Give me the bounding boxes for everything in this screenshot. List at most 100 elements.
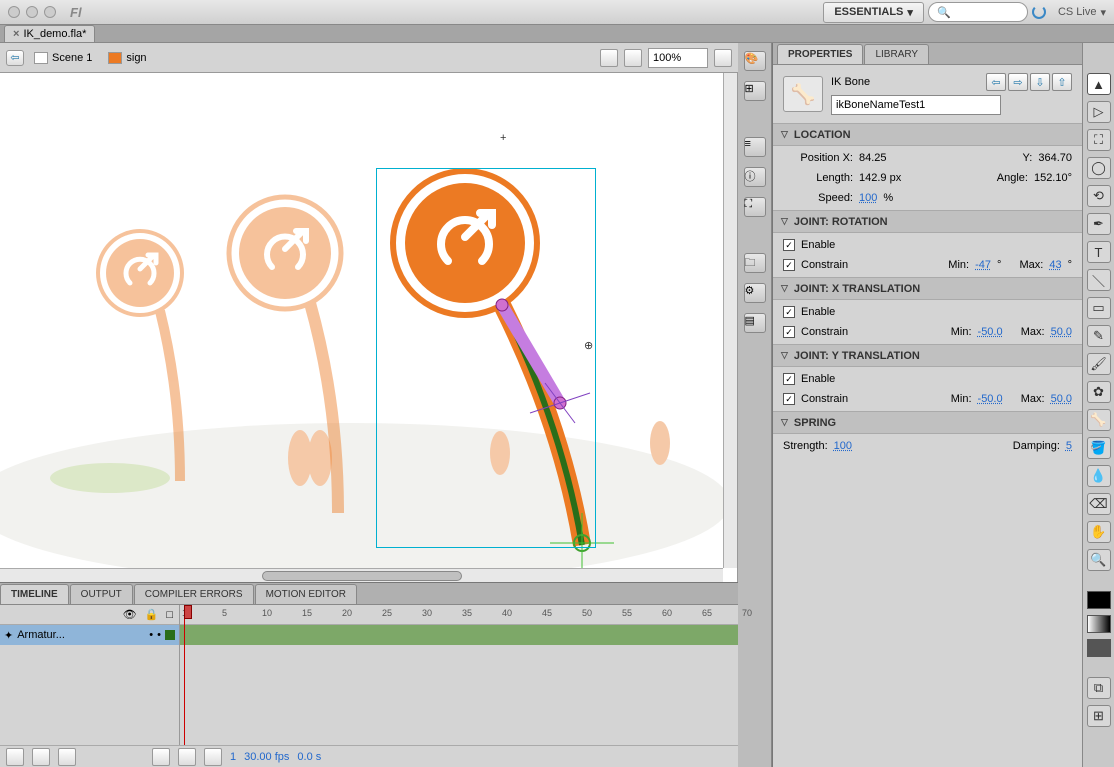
bone-name-input[interactable] bbox=[831, 95, 1001, 115]
refresh-icon[interactable] bbox=[1032, 5, 1046, 19]
3d-rotation-tool[interactable]: ◯ bbox=[1087, 157, 1111, 179]
eyedropper-tool[interactable]: 💧 bbox=[1087, 465, 1111, 487]
info-panel-icon[interactable]: ⓘ bbox=[744, 167, 766, 187]
workspace-dropdown[interactable]: ESSENTIALS▾ bbox=[823, 2, 924, 23]
library-panel-icon[interactable]: 🗀 bbox=[744, 253, 766, 273]
tab-motion-editor[interactable]: MOTION EDITOR bbox=[255, 584, 357, 604]
layer-row[interactable]: ✦ Armatur... •• bbox=[0, 625, 179, 645]
svg-text:+: + bbox=[500, 132, 506, 144]
zoom-menu-icon[interactable] bbox=[714, 49, 732, 67]
tab-properties[interactable]: PROPERTIES bbox=[777, 44, 863, 64]
spring-damping-input[interactable]: 5 bbox=[1066, 440, 1072, 452]
align-panel-icon[interactable]: ≡ bbox=[744, 137, 766, 157]
selection-tool[interactable]: ▲ bbox=[1087, 73, 1111, 95]
ytrans-enable-checkbox[interactable]: ✓ bbox=[783, 373, 795, 385]
fill-swatch[interactable] bbox=[1087, 615, 1111, 633]
onion-outline-icon[interactable] bbox=[178, 748, 196, 766]
edit-multi-icon[interactable] bbox=[204, 748, 222, 766]
project-panel-icon[interactable]: ▤ bbox=[744, 313, 766, 333]
zoom-tool[interactable]: 🔍 bbox=[1087, 549, 1111, 571]
hand-tool[interactable]: ✋ bbox=[1087, 521, 1111, 543]
scene-icon bbox=[34, 52, 48, 64]
pencil-tool[interactable]: ✎ bbox=[1087, 325, 1111, 347]
motion-presets-icon[interactable]: ⚙ bbox=[744, 283, 766, 303]
rotation-min-input[interactable]: -47 bbox=[975, 259, 991, 271]
ytrans-constrain-checkbox[interactable]: ✓ bbox=[783, 393, 795, 405]
delete-layer-icon[interactable] bbox=[58, 748, 76, 766]
rotation-max-input[interactable]: 43 bbox=[1049, 259, 1061, 271]
chevron-down-icon: ▾ bbox=[907, 6, 913, 19]
section-spring[interactable]: ▽SPRING bbox=[773, 412, 1082, 434]
tab-compiler-errors[interactable]: COMPILER ERRORS bbox=[134, 584, 254, 604]
outline-icon[interactable]: □ bbox=[166, 609, 173, 621]
xtrans-constrain-checkbox[interactable]: ✓ bbox=[783, 326, 795, 338]
edit-scene-icon[interactable] bbox=[600, 49, 618, 67]
parent-icon[interactable]: ⇧ bbox=[1052, 73, 1072, 91]
paint-bucket-tool[interactable]: 🪣 bbox=[1087, 437, 1111, 459]
edit-symbol-icon[interactable] bbox=[624, 49, 642, 67]
free-transform-tool[interactable]: ⛶ bbox=[1087, 129, 1111, 151]
window-controls[interactable] bbox=[8, 6, 56, 18]
deco-tool[interactable]: ✿ bbox=[1087, 381, 1111, 403]
app-logo-icon: Fl bbox=[70, 5, 82, 20]
pen-tool[interactable]: ✒ bbox=[1087, 213, 1111, 235]
next-sibling-icon[interactable]: ⇨ bbox=[1008, 73, 1028, 91]
tab-output[interactable]: OUTPUT bbox=[70, 584, 133, 604]
close-icon[interactable]: × bbox=[13, 28, 19, 40]
section-y-translation[interactable]: ▽JOINT: Y TRANSLATION bbox=[773, 345, 1082, 367]
h-scrollbar[interactable] bbox=[0, 568, 723, 582]
line-tool[interactable]: ＼ bbox=[1087, 269, 1111, 291]
swatches-panel-icon[interactable]: ⊞ bbox=[744, 81, 766, 101]
pos-y-value: 364.70 bbox=[1038, 152, 1072, 164]
back-button[interactable]: ⇦ bbox=[6, 50, 24, 66]
new-folder-icon[interactable] bbox=[32, 748, 50, 766]
eraser-tool[interactable]: ⌫ bbox=[1087, 493, 1111, 515]
xtrans-max-input[interactable]: 50.0 bbox=[1051, 326, 1072, 338]
cslive-button[interactable]: CS Live▾ bbox=[1058, 6, 1106, 19]
frames-area[interactable]: 1510152025303540455055606570 bbox=[180, 605, 738, 745]
onion-skin-icon[interactable] bbox=[152, 748, 170, 766]
rectangle-tool[interactable]: ▭ bbox=[1087, 297, 1111, 319]
bone-tool[interactable]: 🦴 bbox=[1087, 409, 1111, 431]
stage[interactable]: + ⊕ bbox=[0, 73, 738, 582]
section-rotation[interactable]: ▽JOINT: ROTATION bbox=[773, 211, 1082, 233]
snap-icon[interactable]: ⧉ bbox=[1087, 677, 1111, 699]
tab-timeline[interactable]: TIMELINE bbox=[0, 584, 69, 604]
section-x-translation[interactable]: ▽JOINT: X TRANSLATION bbox=[773, 278, 1082, 300]
search-input[interactable]: 🔍 bbox=[928, 2, 1028, 22]
rotation-enable-checkbox[interactable]: ✓ bbox=[783, 239, 795, 251]
subselection-tool[interactable]: ▷ bbox=[1087, 101, 1111, 123]
document-tab[interactable]: × IK_demo.fla* bbox=[4, 25, 95, 42]
lasso-tool[interactable]: ⟲ bbox=[1087, 185, 1111, 207]
prev-sibling-icon[interactable]: ⇦ bbox=[986, 73, 1006, 91]
text-tool[interactable]: T bbox=[1087, 241, 1111, 263]
playhead[interactable] bbox=[184, 605, 185, 745]
frame-span[interactable] bbox=[180, 625, 738, 645]
frame-ruler[interactable]: 1510152025303540455055606570 bbox=[180, 605, 738, 625]
stroke-swatch[interactable] bbox=[1087, 591, 1111, 609]
symbol-crumb[interactable]: sign bbox=[102, 50, 152, 66]
child-icon[interactable]: ⇩ bbox=[1030, 73, 1050, 91]
option-icon[interactable]: ⊞ bbox=[1087, 705, 1111, 727]
swap-swatch[interactable] bbox=[1087, 639, 1111, 657]
scene-crumb[interactable]: Scene 1 bbox=[28, 50, 98, 66]
transform-panel-icon[interactable]: ⛶ bbox=[744, 197, 766, 217]
ytrans-max-input[interactable]: 50.0 bbox=[1051, 393, 1072, 405]
brush-tool[interactable]: 🖌 bbox=[1087, 353, 1111, 375]
ytrans-min-input[interactable]: -50.0 bbox=[978, 393, 1003, 405]
xtrans-enable-checkbox[interactable]: ✓ bbox=[783, 306, 795, 318]
section-location[interactable]: ▽LOCATION bbox=[773, 124, 1082, 146]
v-scrollbar[interactable] bbox=[723, 73, 737, 568]
zoom-input[interactable] bbox=[648, 48, 708, 68]
eye-icon[interactable]: 👁 bbox=[123, 608, 137, 621]
lock-icon[interactable]: 🔒 bbox=[145, 608, 159, 621]
xtrans-min-input[interactable]: -50.0 bbox=[978, 326, 1003, 338]
selection-bounds bbox=[376, 168, 596, 548]
rotation-constrain-checkbox[interactable]: ✓ bbox=[783, 259, 795, 271]
speed-input[interactable]: 100 bbox=[859, 192, 877, 204]
tab-library[interactable]: LIBRARY bbox=[864, 44, 929, 64]
spring-strength-input[interactable]: 100 bbox=[834, 440, 852, 452]
timeline-footer: 1 30.00 fps 0.0 s bbox=[0, 745, 738, 767]
new-layer-icon[interactable] bbox=[6, 748, 24, 766]
color-panel-icon[interactable]: 🎨 bbox=[744, 51, 766, 71]
